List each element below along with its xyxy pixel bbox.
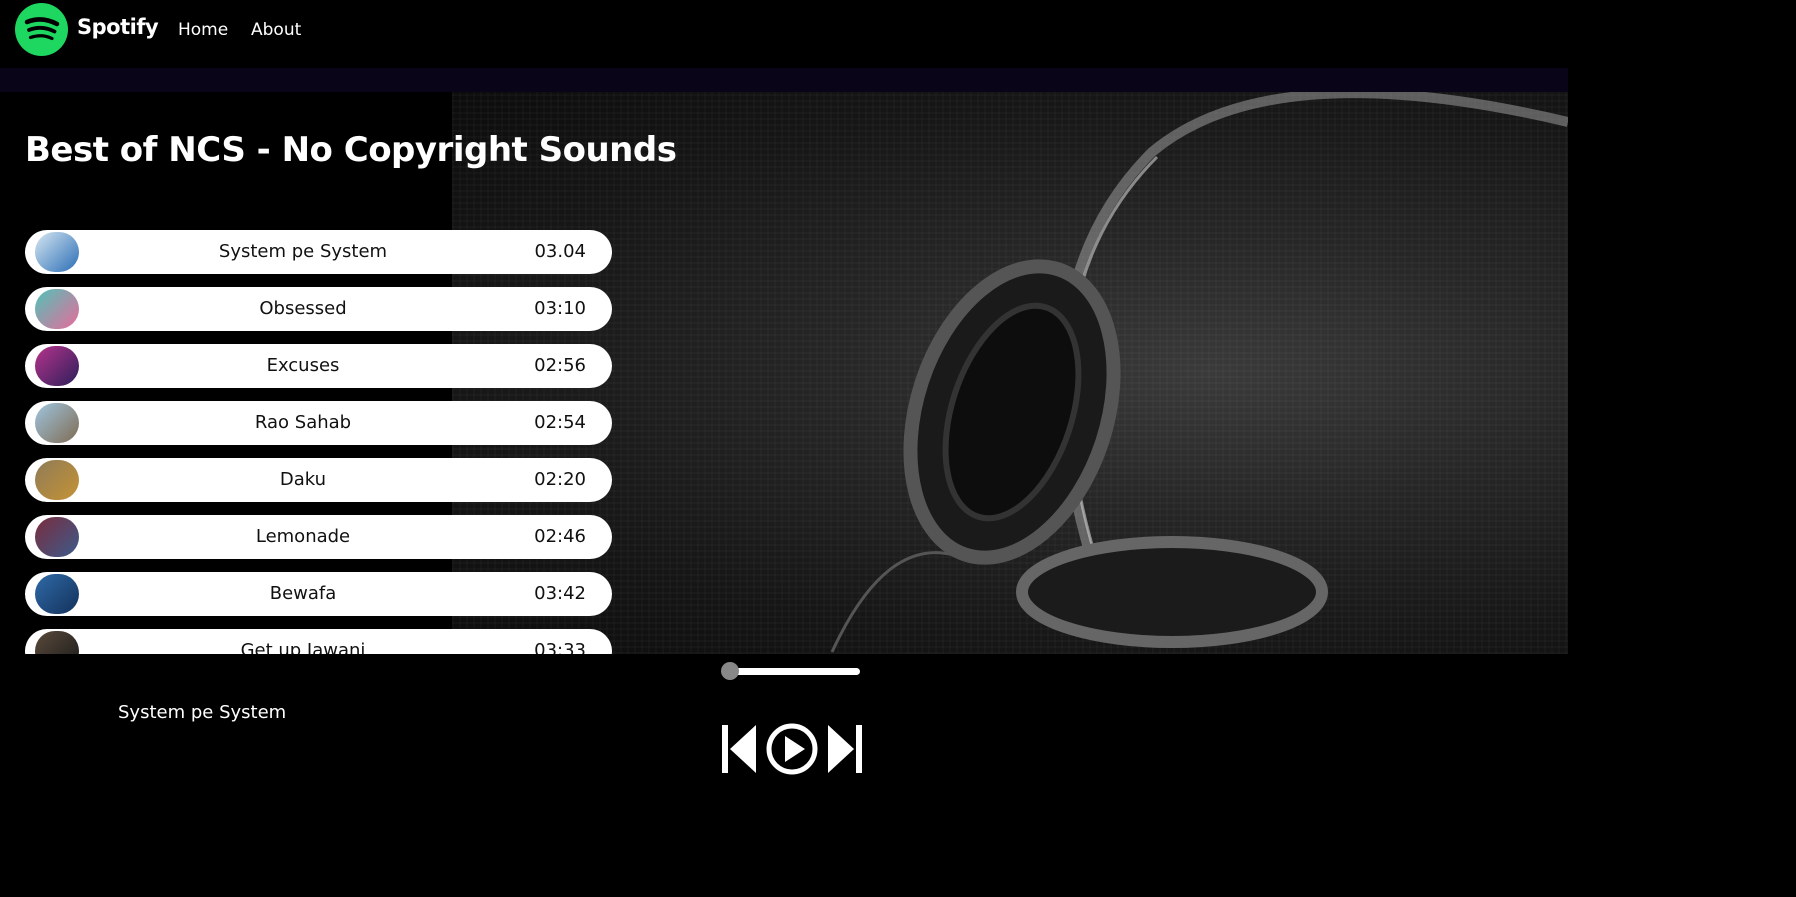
song-duration: 03:33 xyxy=(534,640,586,654)
header-divider xyxy=(0,68,1568,92)
song-item[interactable]: Lemonade 02:46 xyxy=(25,515,612,559)
song-name: Bewafa xyxy=(269,583,337,604)
song-item[interactable]: System pe System 03.04 xyxy=(25,230,612,274)
player-controls xyxy=(720,722,865,776)
playlist-title: Best of NCS - No Copyright Sounds xyxy=(25,130,677,170)
song-item[interactable]: Rao Sahab 02:54 xyxy=(25,401,612,445)
headphones-illustration xyxy=(830,92,1568,653)
song-name: Lemonade xyxy=(255,526,351,547)
progress-bar[interactable] xyxy=(729,668,860,675)
song-item[interactable]: Get up Jawani 03:33 xyxy=(25,629,612,654)
song-duration: 03.04 xyxy=(534,241,586,262)
song-list[interactable]: System pe System 03.04 Obsessed 03:10 Ex… xyxy=(25,230,612,654)
play-icon[interactable] xyxy=(765,722,819,776)
player-bar: System pe System xyxy=(0,654,1568,783)
spotify-logo-icon[interactable] xyxy=(15,3,68,56)
song-duration: 02:46 xyxy=(534,526,586,547)
song-cover-image xyxy=(35,631,79,654)
next-icon[interactable] xyxy=(826,722,864,776)
song-name: Rao Sahab xyxy=(254,412,352,433)
song-duration: 02:54 xyxy=(534,412,586,433)
song-duration: 02:56 xyxy=(534,355,586,376)
song-cover-image xyxy=(35,289,79,329)
song-cover-image xyxy=(35,517,79,557)
progress-thumb[interactable] xyxy=(721,662,739,680)
song-name: Daku xyxy=(279,469,327,490)
song-cover-image xyxy=(35,346,79,386)
song-duration: 02:20 xyxy=(534,469,586,490)
song-name: Excuses xyxy=(266,355,340,376)
song-name: Obsessed xyxy=(259,298,347,319)
song-duration: 03:10 xyxy=(534,298,586,319)
song-name: Get up Jawani xyxy=(240,640,366,654)
navbar: Spotify Home About xyxy=(0,0,1568,68)
song-cover-image xyxy=(35,460,79,500)
nav-link-home[interactable]: Home xyxy=(178,20,228,40)
song-item[interactable]: Bewafa 03:42 xyxy=(25,572,612,616)
song-duration: 03:42 xyxy=(534,583,586,604)
main-container: Best of NCS - No Copyright Sounds System… xyxy=(0,92,1568,654)
song-item[interactable]: Obsessed 03:10 xyxy=(25,287,612,331)
song-name: System pe System xyxy=(218,241,388,262)
song-item[interactable]: Excuses 02:56 xyxy=(25,344,612,388)
song-cover-image xyxy=(35,574,79,614)
now-playing-title: System pe System xyxy=(118,702,287,723)
song-cover-image xyxy=(35,232,79,272)
previous-icon[interactable] xyxy=(720,722,758,776)
brand-name[interactable]: Spotify xyxy=(77,15,159,39)
song-cover-image xyxy=(35,403,79,443)
song-item[interactable]: Daku 02:20 xyxy=(25,458,612,502)
nav-link-about[interactable]: About xyxy=(251,20,301,40)
